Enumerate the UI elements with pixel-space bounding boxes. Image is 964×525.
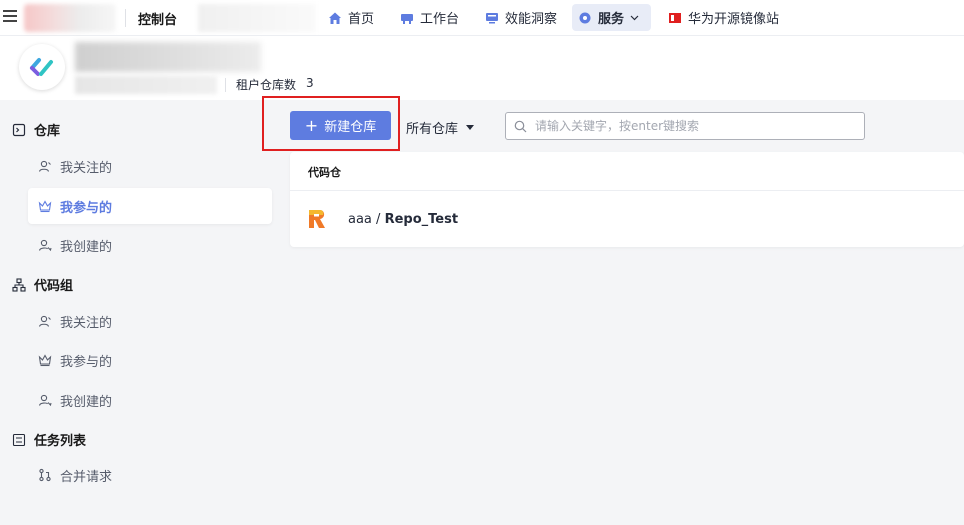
- service-icon: [579, 12, 591, 23]
- search-icon: [514, 120, 527, 132]
- sidebar-item-label: 我关注的: [60, 160, 113, 176]
- sidebar-section-label: 任务列表: [34, 434, 87, 449]
- sidebar-item-merge-requests[interactable]: 合并请求: [28, 457, 272, 493]
- repo-count-label: 租户仓库数: [236, 78, 297, 92]
- nav-workbench-label: 工作台: [420, 12, 460, 27]
- nav-insight[interactable]: 效能洞察: [479, 4, 563, 31]
- user-follow-icon: [38, 160, 51, 172]
- workbench-icon: [401, 13, 413, 24]
- repo-title: Repo_Test: [384, 211, 459, 227]
- sidebar-section-code-groups[interactable]: 代码组: [12, 275, 73, 294]
- project-header: 租户仓库数 3: [0, 36, 964, 100]
- repo-list-header: 代码仓: [308, 166, 341, 179]
- nav-home[interactable]: 首页: [322, 4, 380, 31]
- sidebar-item-repo-created[interactable]: 我创建的: [28, 227, 272, 263]
- sidebar-item-label: 我关注的: [60, 315, 113, 331]
- sidebar-section-repos[interactable]: 仓库: [12, 120, 60, 139]
- sidebar-item-group-created[interactable]: 我创建的: [28, 382, 272, 418]
- repo-name[interactable]: aaa / Repo_Test: [348, 212, 458, 227]
- sidebar-item-repo-followed[interactable]: 我关注的: [28, 148, 272, 184]
- divider: [125, 9, 126, 27]
- console-link[interactable]: 控制台: [138, 9, 177, 28]
- sidebar-section-tasks[interactable]: 任务列表: [12, 430, 86, 449]
- project-logo: [19, 44, 65, 90]
- merge-request-icon: [39, 468, 51, 482]
- group-tree-icon: [12, 277, 26, 292]
- repo-list-card: 代码仓 aaa / Repo_Test: [290, 152, 964, 247]
- sidebar-item-label: 我参与的: [60, 200, 113, 216]
- sidebar-item-label: 我参与的: [60, 354, 113, 370]
- region-selector[interactable]: [198, 4, 316, 32]
- mirror-icon: [669, 12, 681, 23]
- menu-icon[interactable]: [3, 10, 17, 24]
- caret-down-icon: [466, 125, 475, 130]
- project-name: [75, 42, 261, 72]
- insight-icon: [486, 12, 498, 23]
- nav-mirror[interactable]: 华为开源镜像站: [662, 4, 785, 31]
- nav-workbench[interactable]: 工作台: [394, 4, 465, 31]
- nav-service[interactable]: 服务: [572, 4, 651, 31]
- top-navbar: 控制台 首页 工作台 效能洞察 服务 华为开源镜像站: [0, 0, 964, 36]
- repo-filter-dropdown[interactable]: 所有仓库: [406, 118, 475, 137]
- crown-icon: [38, 200, 52, 213]
- user-create-icon: [38, 394, 52, 407]
- nav-service-label: 服务: [598, 12, 625, 27]
- codearts-logo-icon: [30, 58, 53, 76]
- divider: [290, 190, 964, 191]
- sidebar-item-label: 我创建的: [60, 394, 113, 410]
- nav-mirror-label: 华为开源镜像站: [688, 12, 780, 27]
- repo-count-value: 3: [306, 76, 314, 90]
- highlight-box: [262, 96, 400, 151]
- user-follow-icon: [38, 315, 51, 327]
- sidebar-item-group-participated[interactable]: 我参与的: [28, 342, 272, 378]
- list-item[interactable]: aaa / Repo_Test: [304, 205, 458, 233]
- path-separator: /: [376, 211, 385, 227]
- user-create-icon: [38, 239, 52, 252]
- project-id: [75, 76, 217, 94]
- sidebar-item-repo-participated[interactable]: 我参与的: [28, 188, 272, 224]
- crown-icon: [38, 354, 52, 367]
- task-list-icon: [12, 433, 26, 446]
- repo-owner: aaa: [348, 211, 372, 227]
- sidebar-section-label: 代码组: [34, 279, 74, 294]
- sidebar-item-label: 合并请求: [60, 469, 113, 485]
- repo-icon: [12, 123, 26, 136]
- sidebar-section-label: 仓库: [34, 124, 61, 139]
- repo-avatar-icon: [304, 205, 332, 233]
- sidebar-item-label: 我创建的: [60, 239, 113, 255]
- repo-filter-label: 所有仓库: [406, 122, 459, 137]
- search-input[interactable]: [535, 119, 855, 133]
- brand-logo[interactable]: [24, 4, 116, 32]
- divider: [225, 78, 226, 92]
- home-icon: [329, 12, 341, 24]
- chevron-down-icon: [630, 15, 639, 21]
- nav-home-label: 首页: [348, 12, 375, 27]
- sidebar-item-group-followed[interactable]: 我关注的: [28, 303, 272, 339]
- nav-insight-label: 效能洞察: [505, 12, 558, 27]
- search-field[interactable]: [505, 112, 865, 140]
